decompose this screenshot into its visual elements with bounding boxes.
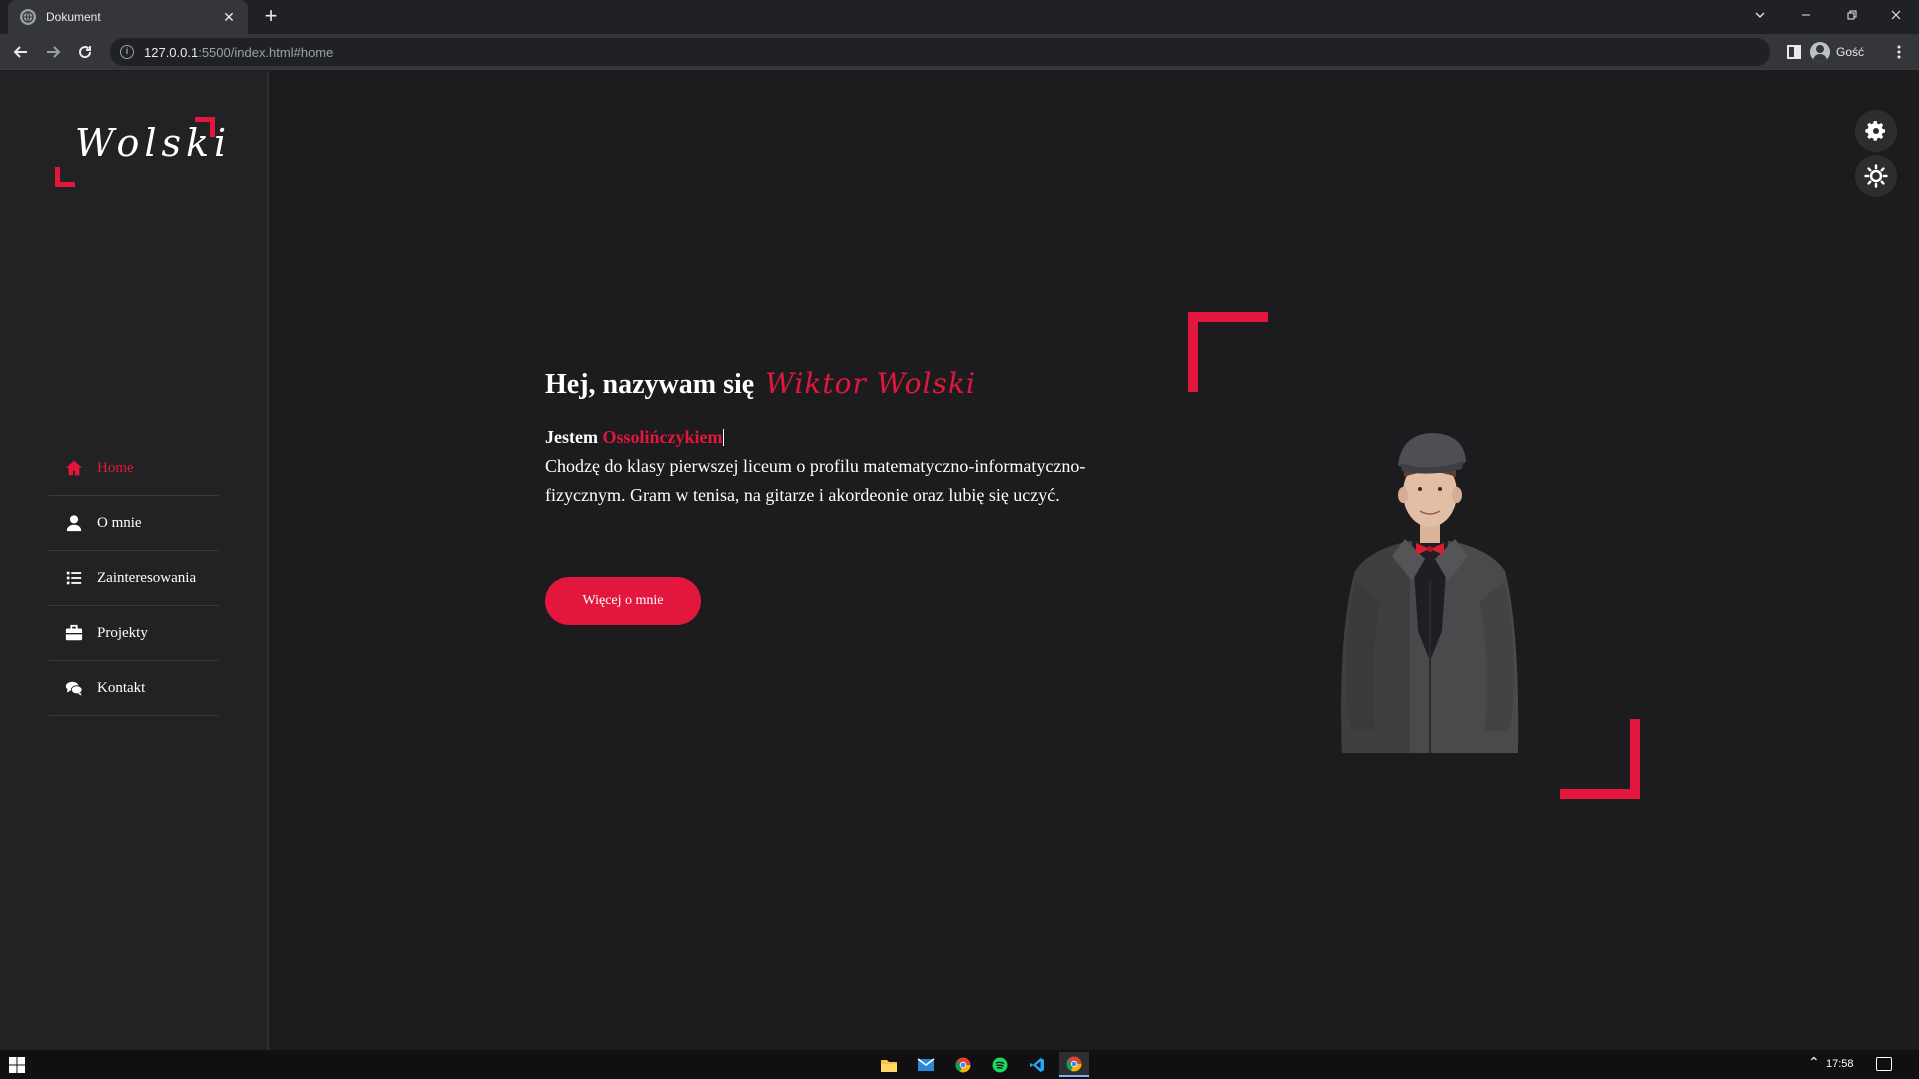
nav-item-label: Kontakt xyxy=(97,679,146,696)
nav-item-home[interactable]: Home xyxy=(49,441,219,496)
site-info-icon[interactable]: i xyxy=(120,45,134,59)
profile-label: Gość xyxy=(1836,45,1865,59)
file-explorer-icon[interactable] xyxy=(874,1052,904,1077)
nav-item-label: Projekty xyxy=(97,624,148,641)
tab-title: Dokument xyxy=(46,10,101,24)
briefcase-icon xyxy=(63,623,85,643)
sidebar: Wolski Home O mnie Zainteresowania Proje… xyxy=(0,71,269,1050)
forward-button[interactable] xyxy=(41,40,65,64)
url-host: 127.0.0.1 xyxy=(144,44,199,60)
windows-taskbar: ⌃ 17:58 xyxy=(0,1050,1919,1079)
more-about-me-button[interactable]: Więcej o mnie xyxy=(545,577,701,625)
portrait-photo xyxy=(1341,433,1519,753)
chat-icon xyxy=(63,678,85,698)
settings-button[interactable] xyxy=(1855,110,1897,152)
reload-icon xyxy=(79,46,92,59)
theme-toggle-button[interactable] xyxy=(1855,155,1897,197)
back-button[interactable] xyxy=(9,40,33,64)
spotify-icon[interactable] xyxy=(985,1052,1015,1077)
vscode-icon[interactable] xyxy=(1022,1052,1052,1077)
typing-cursor xyxy=(723,429,725,446)
hero-intro: Jestem Ossolińczykiem xyxy=(545,427,1145,448)
reload-button[interactable] xyxy=(73,40,97,64)
nav-item-label: Zainteresowania xyxy=(97,569,197,586)
photo-frame-corner-top-left xyxy=(1188,312,1268,392)
arrow-right-icon xyxy=(47,46,61,58)
photo-frame-corner-bottom-right xyxy=(1560,719,1640,799)
new-tab-button[interactable]: + xyxy=(258,4,284,30)
restore-button[interactable] xyxy=(1829,0,1875,30)
hero-name: Wiktor Wolski xyxy=(765,367,976,400)
arrow-left-icon xyxy=(13,46,27,58)
gear-icon xyxy=(1865,121,1885,141)
chrome-active-icon[interactable] xyxy=(1059,1052,1089,1077)
user-icon xyxy=(63,513,85,533)
minimize-button[interactable] xyxy=(1783,0,1829,30)
taskbar-clock[interactable]: 17:58 xyxy=(1826,1058,1854,1070)
profile-button[interactable]: Gość xyxy=(1810,40,1864,64)
hero-greeting: Hej, nazywam się xyxy=(545,369,755,400)
main-nav: Home O mnie Zainteresowania Projekty Kon… xyxy=(49,441,219,716)
address-bar[interactable]: i 127.0.0.1:5500/index.html#home xyxy=(110,38,1770,66)
home-icon xyxy=(63,458,85,478)
hero-heading: Hej, nazywam się Wiktor Wolski xyxy=(545,367,1145,401)
mail-icon[interactable] xyxy=(911,1052,941,1077)
hero-section: Hej, nazywam się Wiktor Wolski Jestem Os… xyxy=(545,367,1145,625)
url-path: :5500/index.html#home xyxy=(198,44,334,60)
logo-text: Wolski xyxy=(75,121,232,165)
chrome-icon[interactable] xyxy=(948,1052,978,1077)
side-panel-icon[interactable] xyxy=(1782,40,1806,64)
nav-item-label: Home xyxy=(97,459,134,476)
browser-tab-strip: Dokument ✕ + xyxy=(0,0,1919,34)
logo[interactable]: Wolski xyxy=(55,117,226,187)
chevron-up-icon[interactable]: ⌃ xyxy=(1808,1054,1820,1071)
list-icon xyxy=(63,568,85,588)
close-tab-icon[interactable]: ✕ xyxy=(220,9,238,26)
nav-item-kontakt[interactable]: Kontakt xyxy=(49,661,219,716)
close-window-button[interactable] xyxy=(1873,0,1919,30)
tab-search-icon[interactable] xyxy=(1737,0,1783,30)
logo-corner-bottom-left xyxy=(55,167,75,187)
nav-item-projekty[interactable]: Projekty xyxy=(49,606,219,661)
hero-intro-prefix: Jestem xyxy=(545,427,598,447)
notification-icon[interactable] xyxy=(1876,1057,1892,1071)
sun-icon xyxy=(1864,164,1888,188)
web-page: Wolski Home O mnie Zainteresowania Proje… xyxy=(0,71,1919,1050)
nav-item-label: O mnie xyxy=(97,514,142,531)
hero-description: Chodzę do klasy pierwszej liceum o profi… xyxy=(545,456,1086,505)
browser-toolbar: i 127.0.0.1:5500/index.html#home Gość xyxy=(0,34,1919,70)
kebab-menu-icon[interactable] xyxy=(1887,40,1911,64)
windows-start-icon[interactable] xyxy=(8,1056,26,1074)
globe-icon xyxy=(20,9,36,25)
hero-intro-highlight: Ossolińczykiem xyxy=(602,427,723,447)
nav-item-o-mnie[interactable]: O mnie xyxy=(49,496,219,551)
nav-item-zainteresowania[interactable]: Zainteresowania xyxy=(49,551,219,606)
browser-tab[interactable]: Dokument ✕ xyxy=(8,0,248,34)
avatar-icon xyxy=(1810,42,1830,62)
